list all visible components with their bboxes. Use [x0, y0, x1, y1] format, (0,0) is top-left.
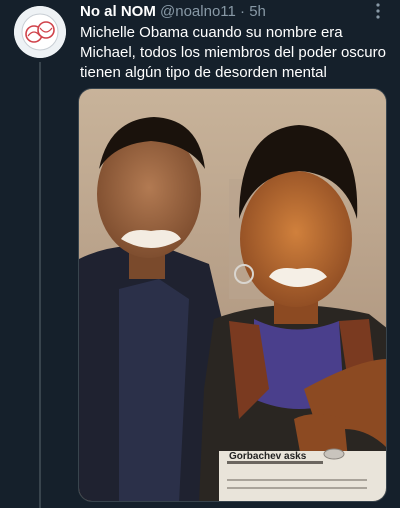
thread-line	[39, 62, 41, 508]
tweet-header: No al NOM @noalno11 · 5h	[80, 3, 370, 21]
newspaper-headline: Gorbachev asks	[229, 451, 307, 462]
tweet-text: Michelle Obama cuando su nombre era Mich…	[80, 24, 386, 81]
author-name[interactable]: No al NOM	[80, 3, 156, 20]
separator-dot: ·	[240, 3, 246, 20]
author-handle[interactable]: @noalno11	[160, 3, 236, 20]
tweet-photo[interactable]: Gorbachev asks	[78, 88, 387, 502]
tweet-timestamp[interactable]: 5h	[249, 3, 266, 20]
more-vertical-icon	[376, 3, 380, 19]
baseball-logo-icon	[14, 6, 66, 58]
more-options-button[interactable]	[370, 2, 386, 20]
avatar[interactable]	[14, 6, 66, 58]
